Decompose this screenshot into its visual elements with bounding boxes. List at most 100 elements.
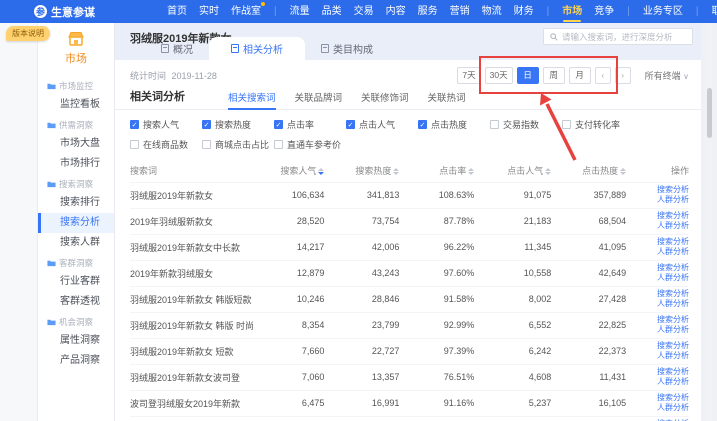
nav-item-物流[interactable]: 物流 (482, 0, 502, 23)
checkbox-直通车参考价[interactable]: 直通车参考价 (274, 138, 346, 151)
column-header-搜索词[interactable]: 搜索词 (130, 160, 256, 182)
sort-icon[interactable] (393, 167, 399, 176)
action-link-人群分析[interactable]: 人群分析 (626, 221, 689, 231)
action-link-搜索分析[interactable]: 搜索分析 (626, 315, 689, 325)
sidebar-item-客群透视[interactable]: 客群透视 (38, 292, 114, 312)
badge-dot (261, 2, 265, 6)
column-header-点击人气[interactable]: 点击人气 (474, 160, 551, 182)
range-button-月[interactable]: 月 (569, 67, 591, 84)
brand-logo[interactable]: 参 生意参谋 (34, 4, 95, 20)
tab-类目构成[interactable]: 类目构成 (305, 37, 389, 60)
checkbox-点击人气[interactable]: ✓点击人气 (346, 118, 418, 131)
tab-label: 类目构成 (333, 41, 373, 56)
range-button-日[interactable]: 日 (517, 67, 539, 84)
sidebar-item-搜索人群[interactable]: 搜索人群 (38, 233, 114, 253)
range-button-周[interactable]: 周 (543, 67, 565, 84)
sidebar-group-header: 市场监控 (38, 76, 114, 95)
nav-item-服务[interactable]: 服务 (418, 0, 438, 23)
sidebar-item-行业客群[interactable]: 行业客群 (38, 272, 114, 292)
nav-item-内容[interactable]: 内容 (386, 0, 406, 23)
column-header-label: 点击热度 (582, 166, 618, 176)
cell-actions: 搜索分析人群分析 (626, 390, 689, 416)
nav-item-市场[interactable]: 市场 (562, 0, 582, 23)
sort-icon[interactable] (620, 167, 626, 176)
action-link-搜索分析[interactable]: 搜索分析 (626, 211, 689, 221)
prev-period-button[interactable]: ‹ (595, 67, 611, 84)
nav-item-实时[interactable]: 实时 (199, 0, 219, 23)
cell-value: 80.23% (399, 416, 474, 421)
nav-item-流量[interactable]: 流量 (290, 0, 310, 23)
checkbox-在线商品数[interactable]: 在线商品数 (130, 138, 202, 151)
action-link-人群分析[interactable]: 人群分析 (626, 195, 689, 205)
column-header-操作[interactable]: 操作 (626, 160, 689, 182)
action-link-搜索分析[interactable]: 搜索分析 (626, 367, 689, 377)
analysis-tab-关联修饰词[interactable]: 关联修饰词 (361, 90, 409, 109)
nav-item-品类[interactable]: 品类 (322, 0, 342, 23)
action-link-搜索分析[interactable]: 搜索分析 (626, 237, 689, 247)
tab-相关分析[interactable]: 相关分析 (209, 37, 305, 60)
column-header-点击率[interactable]: 点击率 (399, 160, 474, 182)
checkbox-box (130, 140, 139, 149)
action-link-人群分析[interactable]: 人群分析 (626, 403, 689, 413)
sidebar-item-搜索排行[interactable]: 搜索排行 (38, 193, 114, 213)
column-header-搜索人气[interactable]: 搜索人气 (256, 160, 325, 182)
table-row: 2019年新款羽绒服女12,87943,24397.60%10,55842,64… (130, 260, 689, 286)
checkbox-搜索热度[interactable]: ✓搜索热度 (202, 118, 274, 131)
action-link-搜索分析[interactable]: 搜索分析 (626, 185, 689, 195)
action-link-人群分析[interactable]: 人群分析 (626, 377, 689, 387)
range-button-7天[interactable]: 7天 (457, 67, 480, 84)
checkbox-交易指数[interactable]: 交易指数 (490, 118, 562, 131)
action-link-人群分析[interactable]: 人群分析 (626, 299, 689, 309)
page-tabs: 概况相关分析 类目构成 (145, 37, 389, 60)
sort-icon[interactable] (545, 167, 551, 176)
action-link-搜索分析[interactable]: 搜索分析 (626, 341, 689, 351)
analysis-tab-关联热词[interactable]: 关联热词 (428, 90, 466, 109)
nav-item-竞争[interactable]: 竞争 (594, 0, 614, 23)
scrollbar-thumb[interactable] (707, 88, 712, 138)
sidebar-group: 供需洞察市场大盘市场排行 (38, 115, 114, 174)
search-input[interactable] (562, 32, 686, 42)
nav-item-首页[interactable]: 首页 (167, 0, 187, 23)
sidebar-item-市场排行[interactable]: 市场排行 (38, 154, 114, 174)
range-button-30天[interactable]: 30天 (485, 67, 513, 84)
checkbox-点击热度[interactable]: ✓点击热度 (418, 118, 490, 131)
checkbox-支付转化率[interactable]: 支付转化率 (562, 118, 634, 131)
version-note-tag[interactable]: 版本说明 (6, 26, 50, 41)
checkbox-label: 搜索热度 (215, 118, 251, 131)
sidebar-item-搜索分析[interactable]: 搜索分析 (38, 213, 114, 233)
sidebar-item-市场大盘[interactable]: 市场大盘 (38, 134, 114, 154)
cell-value: 8,002 (474, 286, 551, 312)
nav-item-交易[interactable]: 交易 (354, 0, 374, 23)
tab-概况[interactable]: 概况 (145, 37, 209, 60)
nav-item-营销[interactable]: 营销 (450, 0, 470, 23)
checkbox-搜索人气[interactable]: ✓搜索人气 (130, 118, 202, 131)
checkbox-点击率[interactable]: ✓点击率 (274, 118, 346, 131)
table-row: 2019年羽绒服新款女28,52073,75487.78%21,18368,50… (130, 208, 689, 234)
folder-icon (47, 180, 56, 188)
sidebar-item-监控看板[interactable]: 监控看板 (38, 95, 114, 115)
nav-item-作战室[interactable]: 作战室 (231, 0, 261, 23)
column-header-搜索热度[interactable]: 搜索热度 (324, 160, 399, 182)
checkbox-商城点击占比[interactable]: 商城点击占比 (202, 138, 274, 151)
action-link-人群分析[interactable]: 人群分析 (626, 351, 689, 361)
column-header-点击热度[interactable]: 点击热度 (551, 160, 626, 182)
keyword-search-box[interactable] (543, 28, 693, 45)
nav-item-业务专区[interactable]: 业务专区 (643, 0, 683, 23)
action-link-人群分析[interactable]: 人群分析 (626, 247, 689, 257)
sort-icon[interactable] (318, 167, 324, 176)
sidebar-item-属性洞察[interactable]: 属性洞察 (38, 331, 114, 351)
next-period-button[interactable]: › (615, 67, 631, 84)
cell-value: 92.99% (399, 312, 474, 338)
action-link-人群分析[interactable]: 人群分析 (626, 273, 689, 283)
nav-item-财务[interactable]: 财务 (514, 0, 534, 23)
analysis-tab-关联品牌词[interactable]: 关联品牌词 (295, 90, 343, 109)
action-link-搜索分析[interactable]: 搜索分析 (626, 289, 689, 299)
action-link-搜索分析[interactable]: 搜索分析 (626, 393, 689, 403)
action-link-人群分析[interactable]: 人群分析 (626, 325, 689, 335)
sidebar-item-产品洞察[interactable]: 产品洞察 (38, 351, 114, 371)
analysis-tab-相关搜索词[interactable]: 相关搜索词 (228, 90, 276, 109)
terminal-dropdown[interactable]: 所有终端 ∨ (645, 69, 689, 82)
action-link-搜索分析[interactable]: 搜索分析 (626, 263, 689, 273)
sort-icon[interactable] (468, 167, 474, 176)
nav-item-取数[interactable]: 取数 (711, 0, 717, 23)
